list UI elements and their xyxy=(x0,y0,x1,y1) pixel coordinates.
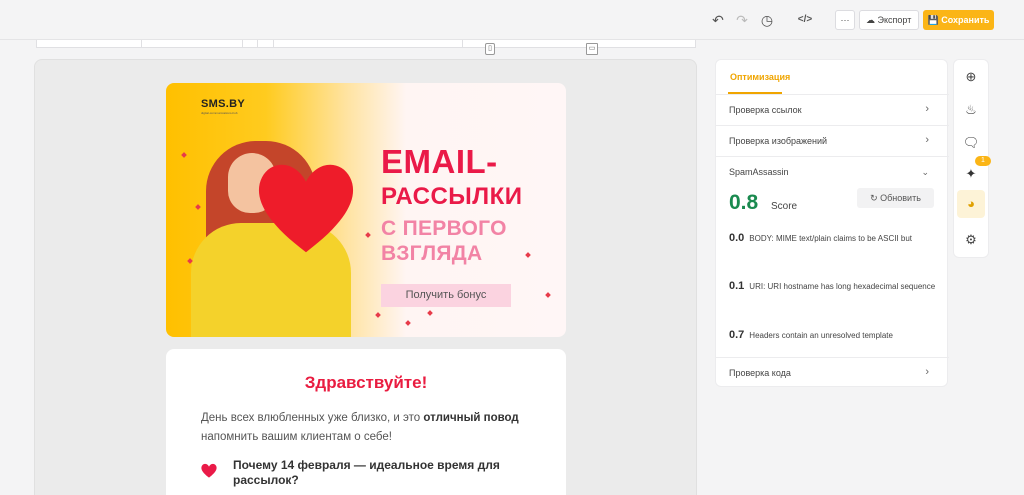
banner-title-line3: С ПЕРВОГО xyxy=(381,217,507,240)
history-icon[interactable]: ◷ xyxy=(758,11,776,29)
export-label: Экспорт xyxy=(877,15,912,25)
mobile-view-icon[interactable]: ▯ xyxy=(485,43,495,55)
top-toolbar: ↶ ↷ ◷ </> ··· ☁ Экспорт 💾 Сохранить xyxy=(0,0,1024,40)
tool-sidebar: ⊕ ♨ 🗨 ✦ 1 ◕ ⚙ xyxy=(953,59,991,258)
comments-icon[interactable]: 🗨 xyxy=(962,134,980,152)
rule-score: 0.0 xyxy=(729,232,745,244)
spam-score-label: Score xyxy=(771,201,798,212)
confetti-heart-icon xyxy=(181,152,187,158)
add-block-icon[interactable]: ⊕ xyxy=(962,68,980,86)
confetti-heart-icon xyxy=(405,320,411,326)
rule-text: Headers contain an unresolved template xyxy=(749,331,893,340)
intro-text-bold: отличный повод xyxy=(423,412,519,424)
link-check-label: Проверка ссылок xyxy=(729,105,802,115)
link-check-row[interactable]: Проверка ссылок › xyxy=(716,94,949,125)
confetti-heart-icon xyxy=(427,310,433,316)
optimization-panel: Оптимизация Проверка ссылок › Проверка и… xyxy=(715,59,949,387)
code-check-row[interactable]: Проверка кода › xyxy=(716,357,949,387)
rule-text: URI: URI hostname has long hexadecimal s… xyxy=(749,282,936,291)
undo-icon[interactable]: ↶ xyxy=(709,11,727,29)
chevron-right-icon: › xyxy=(925,366,929,378)
refresh-icon: ↻ xyxy=(870,193,878,203)
banner-title-line2: РАССЫЛКИ xyxy=(381,183,523,210)
spam-rule-item: 0.1 URI: URI hostname has long hexadecima… xyxy=(729,279,939,294)
save-icon: 💾 xyxy=(927,15,939,25)
chevron-right-icon: › xyxy=(925,134,929,146)
cloud-upload-icon: ☁ xyxy=(866,15,875,25)
spamassassin-label: SpamAssassin xyxy=(729,167,789,177)
confetti-heart-icon xyxy=(365,232,371,238)
code-check-label: Проверка кода xyxy=(729,368,791,378)
redo-icon[interactable]: ↷ xyxy=(733,11,751,29)
email-banner[interactable]: SMS.BY digital-communications-hub EMAIL-… xyxy=(166,83,566,337)
confetti-heart-icon xyxy=(195,204,201,210)
rule-text: BODY: MIME text/plain claims to be ASCII… xyxy=(749,234,913,243)
desktop-view-icon[interactable]: ▭ xyxy=(586,43,598,55)
intro-text-part2: напомнить вашим клиентам о себе! xyxy=(201,431,392,443)
speedometer-icon[interactable]: ◕ xyxy=(962,195,980,213)
chevron-down-icon[interactable]: ⌄ xyxy=(921,167,929,178)
more-button[interactable]: ··· xyxy=(835,10,855,30)
get-bonus-button[interactable]: Получить бонус xyxy=(381,284,511,307)
save-label: Сохранить xyxy=(941,15,990,25)
refresh-score-button[interactable]: ↻ Обновить xyxy=(857,188,934,208)
section-subheading: Почему 14 февраля — идеальное время для … xyxy=(233,458,500,487)
tab-optimization[interactable]: Оптимизация xyxy=(730,72,790,82)
rule-score: 0.1 xyxy=(729,280,745,292)
rule-score: 0.7 xyxy=(729,329,745,341)
brand-logo: SMS.BY xyxy=(201,98,245,110)
brand-logo-subtitle: digital-communications-hub xyxy=(201,111,238,115)
spam-rule-item: 0.7 Headers contain an unresolved templat… xyxy=(729,328,939,343)
heart-icon xyxy=(200,462,218,478)
heart-image xyxy=(251,151,361,261)
ai-sparkle-icon[interactable]: ✦ xyxy=(962,165,980,183)
chevron-right-icon: › xyxy=(925,103,929,115)
refresh-label: Обновить xyxy=(880,193,921,203)
confetti-heart-icon xyxy=(375,312,381,318)
notification-badge: 1 xyxy=(975,156,991,166)
spamassassin-section: SpamAssassin ⌄ xyxy=(716,156,949,356)
intro-text-part1: День всех влюбленных уже близко, и это xyxy=(201,412,424,424)
image-check-row[interactable]: Проверка изображений › xyxy=(716,125,949,156)
banner-title-line1: EMAIL- xyxy=(381,143,498,180)
paint-bucket-icon[interactable]: ♨ xyxy=(962,101,980,119)
intro-paragraph: День всех влюбленных уже близко, и это о… xyxy=(201,409,541,447)
gear-icon[interactable]: ⚙ xyxy=(962,231,980,249)
confetti-heart-icon xyxy=(545,292,551,298)
confetti-heart-icon xyxy=(525,252,531,258)
banner-title-line4: ВЗГЛЯДА xyxy=(381,242,483,265)
email-canvas: SMS.BY digital-communications-hub EMAIL-… xyxy=(34,59,697,495)
email-content-block[interactable]: Здравствуйте! День всех влюбленных уже б… xyxy=(166,349,566,495)
greeting-heading: Здравствуйте! xyxy=(304,373,428,392)
export-button[interactable]: ☁ Экспорт xyxy=(859,10,919,30)
image-check-label: Проверка изображений xyxy=(729,136,828,146)
spam-rule-item: 0.0 BODY: MIME text/plain claims to be AS… xyxy=(729,231,939,246)
save-button[interactable]: 💾 Сохранить xyxy=(923,10,994,30)
spam-score-value: 0.8 xyxy=(729,191,759,214)
code-view-icon[interactable]: </> xyxy=(796,11,814,29)
